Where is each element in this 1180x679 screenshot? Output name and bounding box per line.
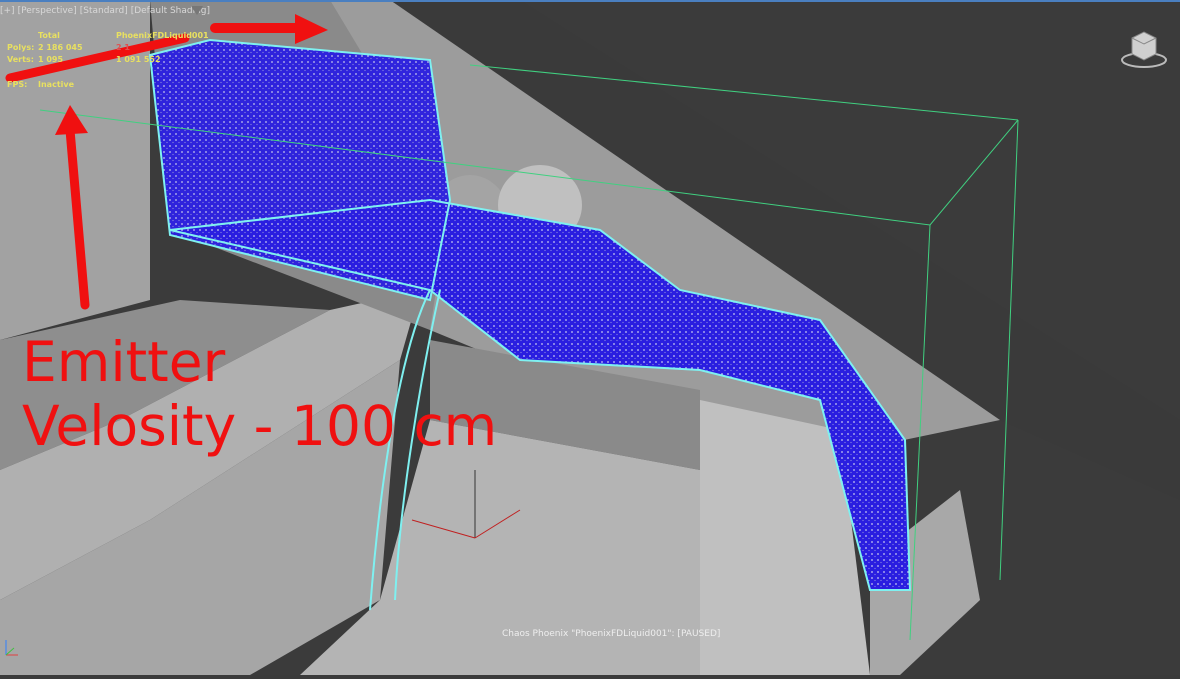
stats-fps-label: FPS: bbox=[7, 80, 28, 89]
stats-fps-value: Inactive bbox=[38, 80, 75, 89]
annotation-line-2: Velosity - 100 cm bbox=[22, 394, 498, 458]
stats-polys-object: 2 1 bbox=[116, 43, 130, 52]
stats-header-object: PhoenixFDLiquid001 bbox=[116, 31, 209, 40]
stats-verts-total: 1 095 bbox=[38, 55, 64, 64]
perspective-viewport[interactable]: [+] [Perspective] [Standard] [Default Shadi… bbox=[0, 0, 1180, 675]
stats-polys-total: 2 186 045 bbox=[38, 43, 83, 52]
stats-header-total: Total bbox=[38, 31, 60, 40]
viewport-active-border bbox=[0, 0, 1180, 2]
stats-verts-label: Verts: bbox=[7, 55, 34, 64]
phoenix-status-text: Chaos Phoenix "PhoenixFDLiquid001": [PAU… bbox=[502, 629, 721, 639]
stats-verts-object: 1 091 552 bbox=[116, 55, 161, 64]
viewport-menu-plus[interactable]: [+] bbox=[0, 6, 15, 16]
viewport-menu-standard[interactable]: [Standard] bbox=[80, 6, 128, 16]
viewport-label-menu[interactable]: [+] [Perspective] [Standard] [Default Shadi… bbox=[0, 6, 213, 16]
annotation-text: Emitter Velosity - 100 cm bbox=[22, 330, 497, 458]
viewcube-icon[interactable] bbox=[1118, 26, 1170, 72]
viewport-menu-view[interactable]: [Perspective] bbox=[18, 6, 77, 16]
stats-polys-label: Polys: bbox=[7, 43, 35, 52]
filter-icon[interactable] bbox=[191, 6, 203, 15]
annotation-line-1: Emitter bbox=[22, 330, 226, 394]
